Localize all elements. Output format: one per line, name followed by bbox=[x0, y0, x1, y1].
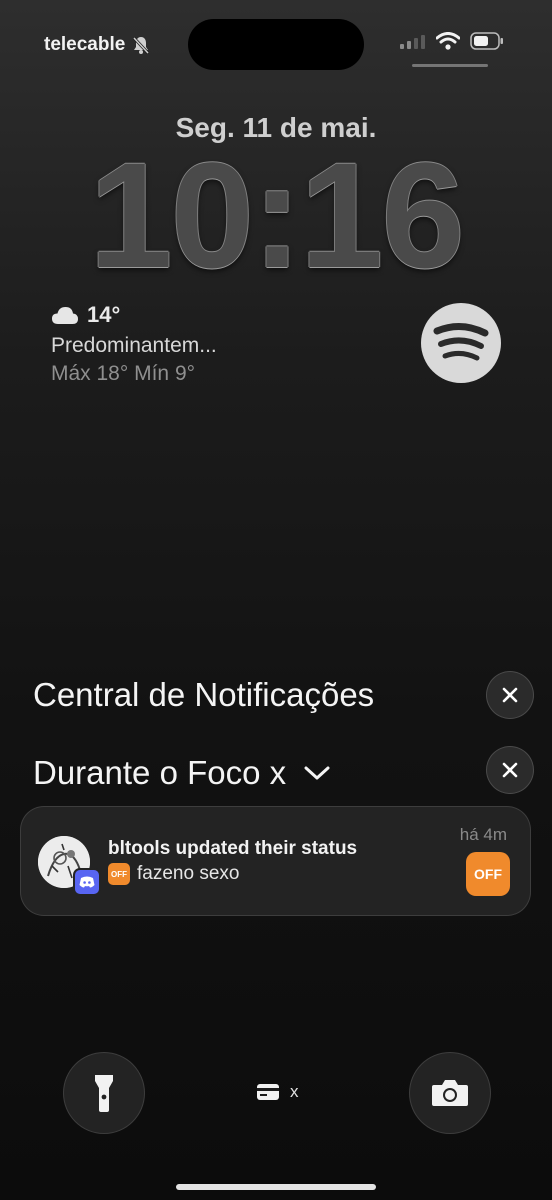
notification-attachment-icon: OFF bbox=[466, 852, 510, 896]
weather-temp-row: 14° bbox=[51, 302, 217, 328]
notification-title: bltools updated their status bbox=[108, 838, 358, 859]
flashlight-icon bbox=[95, 1075, 113, 1112]
battery-icon bbox=[470, 32, 503, 50]
bell-slash-icon bbox=[133, 36, 150, 55]
status-emoji-icon: OFF bbox=[108, 863, 130, 885]
spotify-widget[interactable] bbox=[421, 303, 501, 383]
cellular-signal-icon bbox=[400, 35, 425, 49]
attachment-icon-text: OFF bbox=[474, 866, 502, 882]
dynamic-island bbox=[188, 19, 364, 70]
status-icons bbox=[400, 32, 504, 50]
spotify-icon bbox=[433, 323, 489, 361]
cloud-icon bbox=[52, 307, 78, 324]
close-icon bbox=[502, 687, 518, 703]
notification-center-title: Central de Notificações bbox=[33, 676, 375, 713]
discord-badge bbox=[73, 868, 101, 896]
wallet-shortcut[interactable]: x bbox=[256, 1082, 299, 1102]
status-emoji-text: OFF bbox=[111, 869, 127, 879]
notification-time: há 4m bbox=[459, 825, 507, 844]
clear-focus-group-button[interactable] bbox=[486, 746, 534, 794]
lock-clock: 10:16 bbox=[89, 131, 465, 299]
wifi-icon bbox=[436, 32, 460, 50]
wallet-card-icon bbox=[257, 1084, 279, 1100]
carrier-name: telecable bbox=[44, 34, 126, 55]
camera-button[interactable] bbox=[409, 1052, 491, 1134]
camera-icon bbox=[432, 1080, 468, 1106]
focus-group-label: Durante o Foco x bbox=[33, 754, 287, 791]
flashlight-button[interactable] bbox=[63, 1052, 145, 1134]
status-underline bbox=[412, 64, 488, 67]
clear-notifications-button[interactable] bbox=[486, 671, 534, 719]
weather-range: Máx 18° Mín 9° bbox=[51, 362, 196, 385]
carrier-label: telecable bbox=[44, 34, 151, 56]
focus-group-header[interactable]: Durante o Foco x bbox=[33, 754, 330, 792]
close-icon bbox=[502, 762, 518, 778]
notification-body: OFF fazeno sexo bbox=[108, 863, 239, 885]
weather-condition: Predominantem... bbox=[51, 334, 217, 357]
notification-message: fazeno sexo bbox=[137, 863, 240, 884]
notification-card[interactable]: bltools updated their status OFF fazeno … bbox=[20, 806, 531, 916]
home-indicator[interactable] bbox=[176, 1184, 376, 1190]
weather-temperature: 14° bbox=[87, 302, 121, 327]
chevron-down-icon bbox=[304, 766, 330, 780]
weather-widget[interactable]: 14° Predominantem... Máx 18° Mín 9° bbox=[51, 302, 217, 386]
wallet-label: x bbox=[290, 1082, 299, 1101]
discord-icon bbox=[79, 876, 95, 888]
